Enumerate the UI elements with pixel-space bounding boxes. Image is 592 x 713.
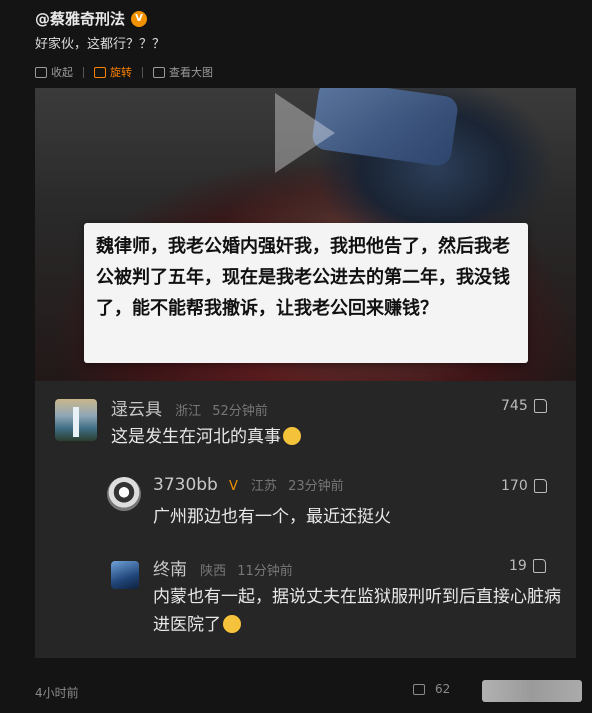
thumbs-up-icon <box>533 399 547 413</box>
comment-screenshot: 逯云具 浙江 52分钟前 745 这是发生在河北的真事 3730bb Ⅴ 江苏 … <box>35 381 576 658</box>
avatar <box>107 477 141 511</box>
post-text: 好家伙，这都行？？？ <box>35 37 166 52</box>
like-count: 19 <box>509 558 546 574</box>
comment-time: 11分钟前 <box>237 564 293 579</box>
play-icon[interactable] <box>275 93 335 173</box>
comment-location: 浙江 <box>175 404 202 419</box>
video-frame: 魏律师，我老公婚内强奸我，我把他告了，然后我老公被判了五年，现在是我老公进去的第… <box>35 88 576 381</box>
avatar <box>111 561 139 589</box>
laugh-cry-emoji-icon <box>223 615 241 633</box>
comment-location: 江苏 <box>250 479 277 494</box>
vip-icon: Ⅴ <box>228 479 238 494</box>
post-time[interactable]: 4小时前 <box>35 684 79 701</box>
laugh-cry-emoji-icon <box>283 427 301 445</box>
image-icon <box>153 66 165 78</box>
comment-header: 3730bb Ⅴ 江苏 23分钟前 <box>153 475 344 495</box>
image-toolbar: 收起 旋转 查看大图 <box>35 64 213 80</box>
thumbs-up-icon <box>533 479 547 493</box>
collapse-button[interactable]: 收起 <box>35 64 73 80</box>
post-image[interactable]: 魏律师，我老公婚内强奸我，我把他告了，然后我老公被判了五年，现在是我老公进去的第… <box>35 88 576 658</box>
share-icon <box>413 683 425 695</box>
like-count: 170 <box>501 478 547 494</box>
caption-text: 魏律师，我老公婚内强奸我，我把他告了，然后我老公被判了五年，现在是我老公进去的第… <box>96 236 510 319</box>
comment-text: 这是发生在河北的真事 <box>111 423 301 451</box>
watermark-blur <box>482 680 582 702</box>
post-author[interactable]: @蔡雅奇刑法 V <box>35 8 148 29</box>
share-button[interactable]: 62 <box>413 682 450 696</box>
comment-header: 终南 陕西 11分钟前 <box>153 555 293 580</box>
avatar <box>55 399 97 441</box>
collapse-icon <box>35 66 47 78</box>
rotate-button[interactable]: 旋转 <box>94 64 132 80</box>
divider <box>142 66 143 78</box>
caption-box: 魏律师，我老公婚内强奸我，我把他告了，然后我老公被判了五年，现在是我老公进去的第… <box>84 223 528 363</box>
comment-text: 内蒙也有一起，据说丈夫在监狱服刑听到后直接心脏病进医院了 <box>153 587 561 635</box>
commenter-name: 3730bb <box>153 475 218 495</box>
commenter-name: 逯云具 <box>111 400 162 420</box>
view-large-button[interactable]: 查看大图 <box>153 64 213 80</box>
rotate-icon <box>94 66 106 78</box>
comment-header: 逯云具 浙江 52分钟前 <box>111 395 268 420</box>
comment-text: 广州那边也有一个，最近还挺火 <box>153 507 391 527</box>
thumbs-up-icon <box>532 559 546 573</box>
divider <box>83 66 84 78</box>
commenter-name: 终南 <box>153 560 187 580</box>
verified-icon: V <box>131 10 148 27</box>
like-count: 745 <box>501 398 547 414</box>
author-name[interactable]: @蔡雅奇刑法 <box>35 8 125 29</box>
comment-time: 52分钟前 <box>212 404 268 419</box>
comment-location: 陕西 <box>200 564 227 579</box>
share-count: 62 <box>435 682 451 696</box>
comment-time: 23分钟前 <box>288 479 344 494</box>
